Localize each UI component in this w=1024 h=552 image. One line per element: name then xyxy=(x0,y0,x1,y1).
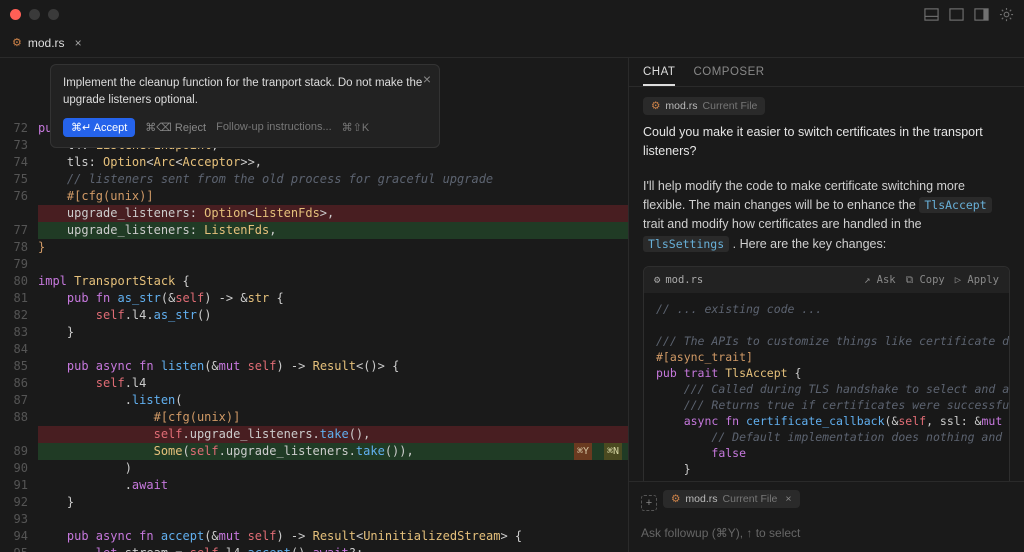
tab-filename: mod.rs xyxy=(28,36,65,50)
input-context-chip[interactable]: ⚙ mod.rs Current File × xyxy=(663,490,800,508)
gear-icon[interactable] xyxy=(999,7,1014,22)
layout-sidebar-right-icon[interactable] xyxy=(974,7,989,22)
chat-tabs: CHAT COMPOSER xyxy=(629,58,1024,87)
window-titlebar xyxy=(0,0,1024,28)
code-block: ⚙ mod.rs ↗ Ask ⧉ Copy ▷ Apply // ... exi… xyxy=(643,266,1010,481)
line-gutter: 7273747576777879808182838485868788899091… xyxy=(0,120,38,552)
context-filename: mod.rs xyxy=(665,100,697,112)
editor-pane: × Implement the cleanup function for the… xyxy=(0,58,628,552)
chat-pane: CHAT COMPOSER ⚙ mod.rs Current File Coul… xyxy=(628,58,1024,552)
titlebar-actions xyxy=(924,7,1014,22)
rust-file-icon: ⚙ xyxy=(654,272,660,288)
rust-file-icon: ⚙ xyxy=(671,493,680,505)
editor-tab-modrs[interactable]: ⚙ mod.rs × xyxy=(0,28,94,57)
user-message: Could you make it easier to switch certi… xyxy=(643,123,1010,161)
window-maximize-icon[interactable] xyxy=(48,9,59,20)
layout-panel-icon[interactable] xyxy=(924,7,939,22)
chat-input[interactable]: Ask followup (⌘Y), ↑ to select xyxy=(641,522,1012,544)
context-file-chip[interactable]: ⚙ mod.rs Current File xyxy=(643,97,765,115)
rust-file-icon: ⚙ xyxy=(12,36,22,49)
accept-button[interactable]: ⌘↵ Accept xyxy=(63,118,135,137)
reject-button[interactable]: ⌘⌫ Reject xyxy=(145,121,206,134)
code-block-filename[interactable]: ⚙ mod.rs xyxy=(654,272,703,288)
apply-button[interactable]: ▷ Apply xyxy=(955,272,999,288)
ask-button[interactable]: ↗ Ask xyxy=(864,272,896,288)
chat-body: ⚙ mod.rs Current File Could you make it … xyxy=(629,87,1024,481)
assistant-message: I'll help modify the code to make certif… xyxy=(643,177,1010,255)
window-close-icon[interactable] xyxy=(10,9,21,20)
tab-chat[interactable]: CHAT xyxy=(643,66,675,86)
followup-shortcut: ⌘⇧K xyxy=(342,121,370,134)
window-controls xyxy=(10,9,59,20)
copy-button[interactable]: ⧉ Copy xyxy=(906,272,945,288)
inline-suggestion-box: × Implement the cleanup function for the… xyxy=(50,64,440,148)
chip-close-icon[interactable]: × xyxy=(785,493,791,505)
tab-composer[interactable]: COMPOSER xyxy=(693,66,764,78)
chat-input-area: + ⚙ mod.rs Current File × Ask followup (… xyxy=(629,481,1024,552)
window-minimize-icon[interactable] xyxy=(29,9,40,20)
followup-placeholder: Follow-up instructions... xyxy=(216,121,332,133)
code-block-body[interactable]: // ... existing code ... /// The APIs to… xyxy=(644,293,1009,481)
code-ref-tlssettings: TlsSettings xyxy=(643,236,729,252)
code-block-header: ⚙ mod.rs ↗ Ask ⧉ Copy ▷ Apply xyxy=(644,267,1009,293)
code-ref-tlsaccept: TlsAccept xyxy=(919,197,991,213)
tab-close-icon[interactable]: × xyxy=(75,36,82,50)
rust-file-icon: ⚙ xyxy=(651,100,660,112)
code-content[interactable]: pub(crate) struct TransportStack { l4: L… xyxy=(38,120,628,552)
add-context-button[interactable]: + xyxy=(641,495,657,511)
close-icon[interactable]: × xyxy=(423,71,431,87)
layout-bottom-icon[interactable] xyxy=(949,7,964,22)
editor-tab-bar: ⚙ mod.rs × xyxy=(0,28,1024,58)
suggestion-text: Implement the cleanup function for the t… xyxy=(63,75,427,110)
context-suffix: Current File xyxy=(703,100,758,112)
code-block-actions: ↗ Ask ⧉ Copy ▷ Apply xyxy=(864,272,999,288)
